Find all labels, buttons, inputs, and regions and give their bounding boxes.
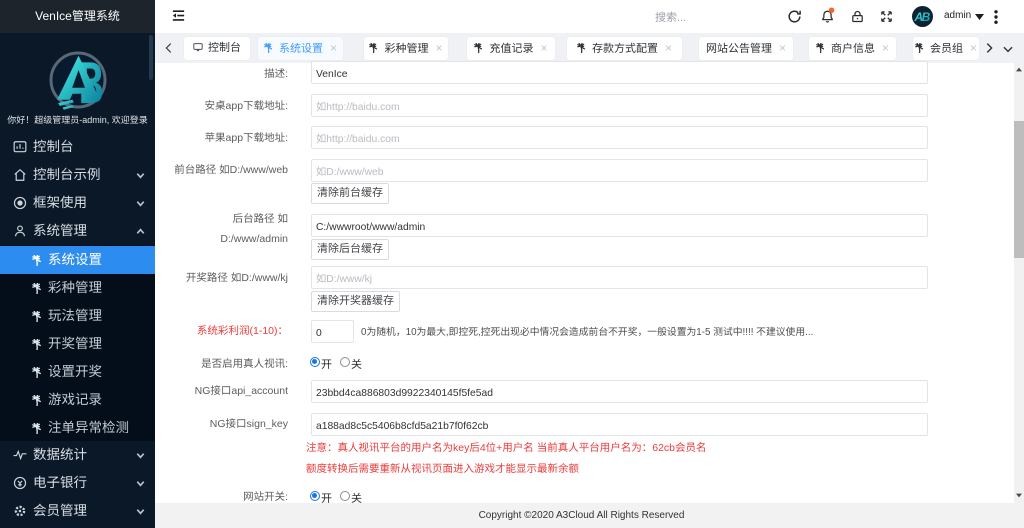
svg-text:AB: AB: [914, 10, 931, 24]
